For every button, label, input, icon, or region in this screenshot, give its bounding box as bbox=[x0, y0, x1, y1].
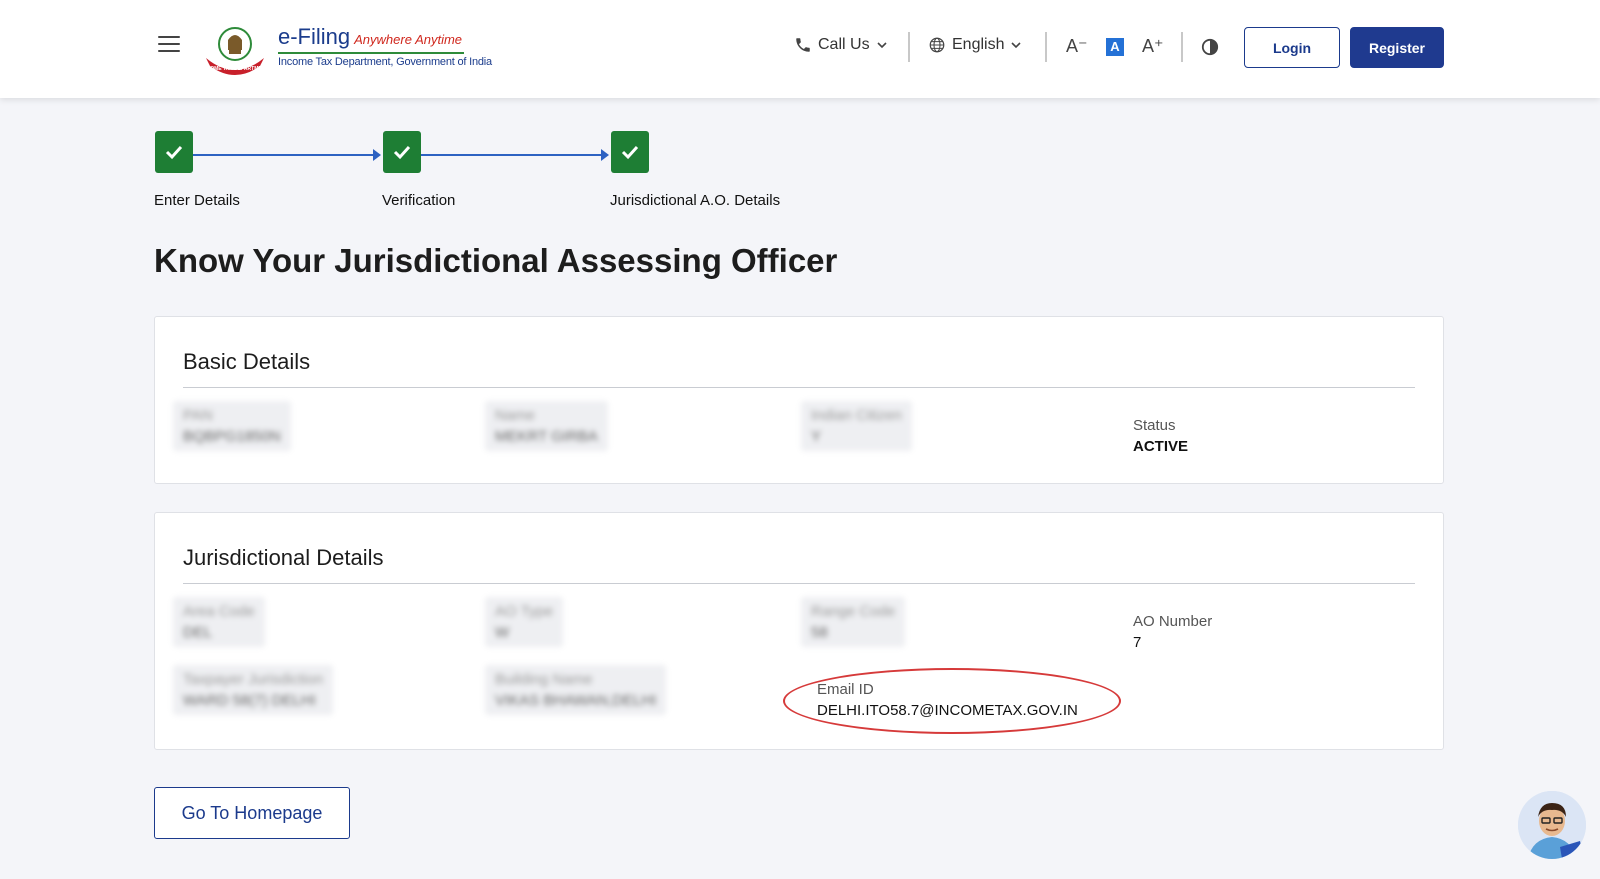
card-title: Jurisdictional Details bbox=[183, 545, 384, 570]
logo-divider bbox=[278, 52, 464, 54]
arrow-icon bbox=[373, 149, 381, 161]
check-icon bbox=[165, 145, 183, 160]
card-divider bbox=[183, 583, 1415, 584]
logo-title: e-Filing bbox=[278, 24, 351, 49]
field-value: 7 bbox=[1133, 634, 1142, 651]
field-label: Taxpayer Jurisdiction bbox=[183, 671, 324, 688]
pan-field: PAN BQBPG1850N bbox=[173, 401, 291, 451]
language-label: English bbox=[952, 36, 1005, 53]
step-1-check bbox=[155, 131, 193, 173]
field-value: 58 bbox=[811, 624, 828, 641]
top-header: INCOME TAX DEPARTMENT e-Filing Anywhere A… bbox=[0, 0, 1600, 98]
logo-subtitle: Income Tax Department, Government of Ind… bbox=[278, 56, 492, 68]
call-us-dropdown[interactable]: Call Us bbox=[794, 36, 888, 54]
field-label: Email ID bbox=[817, 681, 874, 698]
contrast-icon[interactable] bbox=[1201, 38, 1219, 56]
register-button[interactable]: Register bbox=[1350, 27, 1444, 68]
step-connector bbox=[421, 154, 601, 156]
step-3-check bbox=[611, 131, 649, 173]
font-increase-button[interactable]: A⁺ bbox=[1142, 36, 1164, 57]
field-value: W bbox=[495, 624, 510, 641]
field-value: WARD 58(7) DELHI bbox=[183, 692, 316, 709]
card-divider bbox=[183, 387, 1415, 388]
header-divider bbox=[908, 32, 910, 62]
globe-icon bbox=[929, 37, 945, 53]
step-connector bbox=[193, 154, 373, 156]
jurisdictional-details-card: Jurisdictional Details Area Code DEL AO … bbox=[154, 512, 1444, 750]
email-value: DELHI.ITO58.7@INCOMETAX.GOV.IN bbox=[817, 702, 1078, 719]
email-id-field: Email ID DELHI.ITO58.7@INCOMETAX.GOV.IN bbox=[817, 681, 1078, 719]
go-to-homepage-button[interactable]: Go To Homepage bbox=[154, 787, 350, 839]
field-label: Range Code bbox=[811, 603, 896, 620]
call-us-label: Call Us bbox=[818, 36, 870, 53]
ao-type-field: AO Type W bbox=[485, 597, 564, 647]
field-value: VIKAS BHAWAN,DELHI bbox=[495, 692, 657, 709]
field-label: Status bbox=[1133, 417, 1176, 434]
emblem-text: INCOME TAX DEPARTMENT bbox=[202, 66, 269, 72]
field-label: Area Code bbox=[183, 603, 255, 620]
field-label: Name bbox=[495, 407, 536, 424]
range-code-field: Range Code 58 bbox=[801, 597, 906, 647]
login-button[interactable]: Login bbox=[1244, 27, 1340, 68]
menu-icon[interactable] bbox=[158, 36, 180, 54]
check-icon bbox=[393, 145, 411, 160]
font-default-button[interactable]: A bbox=[1106, 38, 1124, 56]
chatbot-icon bbox=[1518, 791, 1586, 859]
page-title: Know Your Jurisdictional Assessing Offic… bbox=[154, 242, 838, 279]
field-label: Indian Citizen bbox=[811, 407, 902, 424]
chevron-down-icon bbox=[1011, 42, 1022, 49]
area-code-field: Area Code DEL bbox=[173, 597, 265, 647]
ao-number-field: AO Number 7 bbox=[1133, 613, 1212, 651]
arrow-icon bbox=[601, 149, 609, 161]
field-value: DEL bbox=[183, 624, 213, 641]
taxpayer-jurisdiction-field: Taxpayer Jurisdiction WARD 58(7) DELHI bbox=[173, 665, 334, 715]
field-label: Building Name bbox=[495, 671, 593, 688]
chatbot-avatar[interactable] bbox=[1518, 791, 1586, 859]
name-field: Name MEKRT GIRBA bbox=[485, 401, 608, 451]
indian-citizen-field: Indian Citizen Y bbox=[801, 401, 912, 451]
chevron-down-icon bbox=[876, 42, 887, 49]
field-value: BQBPG1850N bbox=[183, 428, 281, 445]
phone-icon bbox=[796, 38, 810, 52]
header-divider bbox=[1181, 32, 1183, 62]
step-2-check bbox=[383, 131, 421, 173]
field-label: AO Type bbox=[495, 603, 554, 620]
status-field: Status ACTIVE bbox=[1133, 417, 1188, 455]
logo-tagline: Anywhere Anytime bbox=[354, 32, 463, 47]
font-decrease-button[interactable]: A⁻ bbox=[1066, 36, 1088, 57]
building-name-field: Building Name VIKAS BHAWAN,DELHI bbox=[485, 665, 667, 715]
step-label: Verification bbox=[382, 192, 456, 209]
field-value: Y bbox=[811, 428, 822, 445]
step-label: Jurisdictional A.O. Details bbox=[610, 192, 781, 209]
step-label: Enter Details bbox=[154, 192, 240, 209]
efiling-logo[interactable]: INCOME TAX DEPARTMENT e-Filing Anywhere A… bbox=[198, 20, 492, 78]
header-divider bbox=[1045, 32, 1047, 62]
field-label: AO Number bbox=[1133, 613, 1213, 630]
check-icon bbox=[621, 145, 639, 160]
basic-details-card: Basic Details PAN BQBPG1850N Name MEKRT … bbox=[154, 316, 1444, 484]
emblem-icon: INCOME TAX DEPARTMENT bbox=[202, 27, 269, 75]
field-label: PAN bbox=[183, 407, 213, 424]
field-value: MEKRT GIRBA bbox=[495, 428, 598, 445]
card-title: Basic Details bbox=[183, 349, 311, 374]
language-dropdown[interactable]: English bbox=[928, 36, 1022, 54]
status-value: ACTIVE bbox=[1133, 438, 1189, 455]
